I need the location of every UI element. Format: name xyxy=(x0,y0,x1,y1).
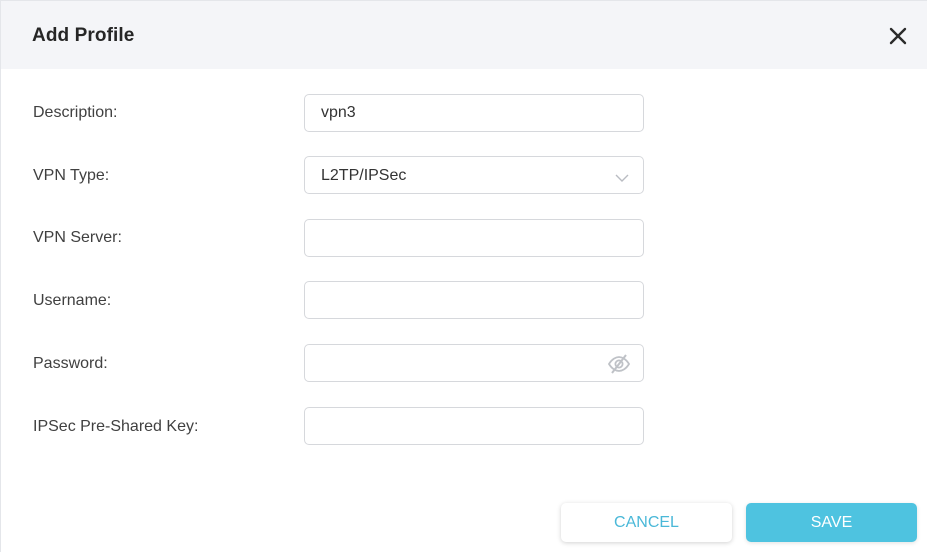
chevron-down-icon xyxy=(615,170,629,182)
description-label: Description: xyxy=(33,104,118,121)
close-icon[interactable] xyxy=(887,25,909,47)
dialog-title: Add Profile xyxy=(32,25,135,46)
save-button[interactable]: SAVE xyxy=(746,503,917,542)
psk-label: IPSec Pre-Shared Key: xyxy=(33,418,199,435)
description-field[interactable] xyxy=(304,94,644,132)
vpn-server-label: VPN Server: xyxy=(33,229,122,246)
username-input[interactable] xyxy=(305,282,643,318)
eye-slash-icon[interactable] xyxy=(607,353,631,375)
password-label: Password: xyxy=(33,355,108,372)
password-input[interactable] xyxy=(305,345,643,381)
cancel-button[interactable]: CANCEL xyxy=(561,503,732,542)
password-field[interactable] xyxy=(304,344,644,382)
add-profile-dialog: Add Profile Description: VPN Type: L2TP/… xyxy=(0,0,927,552)
vpn-type-label: VPN Type: xyxy=(33,167,110,184)
vpn-server-input[interactable] xyxy=(305,220,643,256)
vpn-type-select[interactable]: L2TP/IPSec xyxy=(304,156,644,194)
vpn-server-field[interactable] xyxy=(304,219,644,257)
username-label: Username: xyxy=(33,292,112,309)
psk-input[interactable] xyxy=(305,408,643,444)
description-input[interactable] xyxy=(305,95,643,131)
username-field[interactable] xyxy=(304,281,644,319)
vpn-type-selected-value: L2TP/IPSec xyxy=(321,167,407,184)
psk-field[interactable] xyxy=(304,407,644,445)
dialog-header: Add Profile xyxy=(1,1,927,69)
